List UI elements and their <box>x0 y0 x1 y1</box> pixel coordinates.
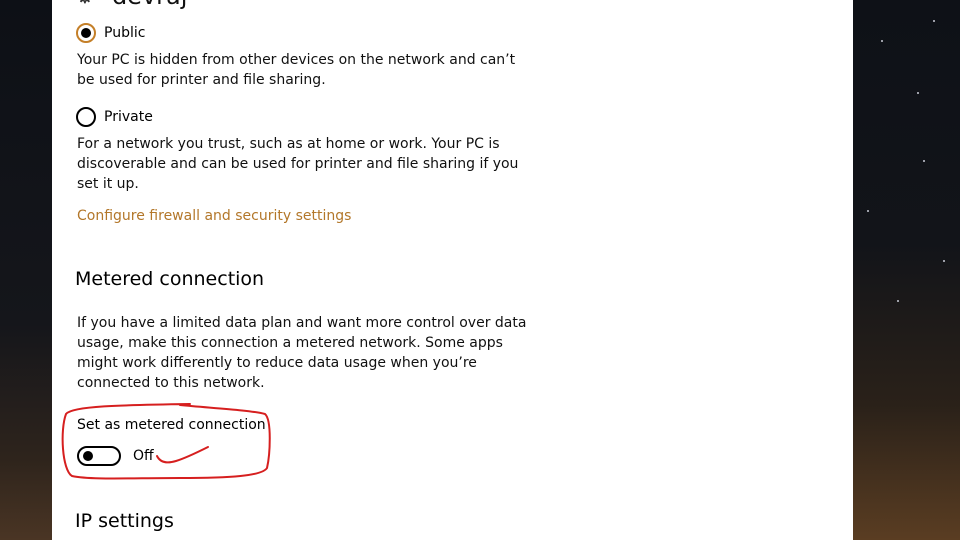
public-radio-option[interactable]: Public <box>76 23 145 43</box>
private-description: For a network you trust, such as at home… <box>77 136 519 192</box>
private-radio-button[interactable] <box>76 107 96 127</box>
star <box>933 20 935 22</box>
star <box>917 92 919 94</box>
public-description: Your PC is hidden from other devices on … <box>77 52 516 88</box>
metered-connection-toggle[interactable] <box>77 446 121 466</box>
gear-icon: ⚙ <box>76 0 94 8</box>
star <box>867 210 869 212</box>
metered-connection-title: Metered connection <box>75 268 265 290</box>
star <box>881 40 883 42</box>
desktop-background-right <box>853 0 960 540</box>
public-radio-button[interactable] <box>76 23 96 43</box>
network-name-header: ⚙ devraj <box>76 0 187 10</box>
public-radio-label: Public <box>104 25 146 41</box>
metered-toggle-state: Off <box>133 448 154 464</box>
desktop-background-left <box>0 0 52 540</box>
network-name: devraj <box>112 0 187 10</box>
star <box>923 160 925 162</box>
configure-firewall-link[interactable]: Configure firewall and security settings <box>77 206 351 226</box>
star <box>943 260 945 262</box>
ip-settings-title: IP settings <box>75 510 174 532</box>
private-radio-label: Private <box>104 109 153 125</box>
metered-toggle-label: Set as metered connection <box>77 417 266 433</box>
network-settings-panel: ⚙ devraj Public Your PC is hidden from o… <box>52 0 853 540</box>
private-radio-option[interactable]: Private <box>76 107 153 127</box>
toggle-knob <box>83 451 93 461</box>
star <box>897 300 899 302</box>
metered-connection-description: If you have a limited data plan and want… <box>77 315 527 391</box>
